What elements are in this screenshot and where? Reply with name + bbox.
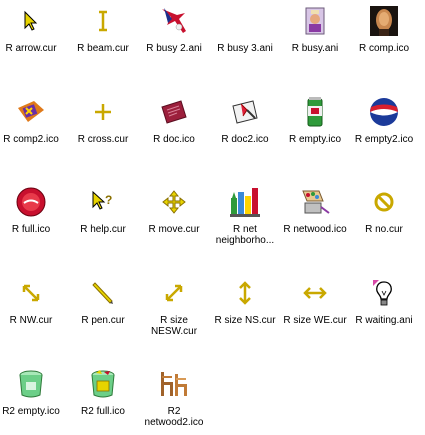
file-item[interactable]: R pen.cur [70, 276, 136, 326]
network-neighborhood-icon [228, 185, 262, 219]
file-item[interactable]: R busy 3.ani [212, 4, 278, 54]
busy-animated-icon [157, 4, 191, 38]
file-name: R netwood.ico [283, 224, 347, 235]
file-item[interactable]: R empty.ico [282, 95, 348, 145]
crosshair-cursor-icon [86, 95, 120, 129]
file-item[interactable]: R no.cur [351, 185, 417, 235]
file-name: R NW.cur [9, 315, 53, 326]
file-item[interactable]: R doc.ico [141, 95, 207, 145]
file-name: R empty.ico [288, 134, 342, 145]
file-name: R full.ico [11, 224, 51, 235]
text-beam-cursor-icon [86, 4, 120, 38]
busy-animated-icon [298, 4, 332, 38]
file-item[interactable]: R beam.cur [70, 4, 136, 54]
waiting-bulb-icon [367, 276, 401, 310]
file-item[interactable]: R full.ico [0, 185, 64, 235]
file-item[interactable]: R size NS.cur [212, 276, 278, 326]
computer-icon [367, 4, 401, 38]
full-bin-icon [86, 367, 120, 401]
file-item[interactable]: R net neighborho... [212, 185, 278, 246]
file-name: R help.cur [80, 224, 126, 235]
file-name: R busy.ani [291, 43, 339, 54]
full-can-icon [14, 185, 48, 219]
file-item[interactable]: R2 full.ico [70, 367, 136, 417]
file-name: R empty2.ico [354, 134, 414, 145]
file-name: R2 full.ico [81, 406, 125, 417]
move-cursor-icon [157, 185, 191, 219]
file-item[interactable]: R size WE.cur [282, 276, 348, 326]
resize-diagonal-cursor-icon [14, 276, 48, 310]
file-name: R arrow.cur [5, 43, 57, 54]
network-icon [157, 367, 191, 401]
file-name: R doc2.ico [221, 134, 269, 145]
svg-text:?: ? [105, 193, 112, 207]
file-item[interactable]: R comp.ico [351, 4, 417, 54]
file-item[interactable]: R netwood.ico [282, 185, 348, 235]
file-name: R comp.ico [358, 43, 409, 54]
file-item[interactable]: R2 netwood2.ico [141, 367, 207, 428]
busy-animated-icon [228, 4, 262, 38]
pen-cursor-icon [86, 276, 120, 310]
file-name: R busy 2.ani [146, 43, 202, 54]
file-name: R no.cur [365, 224, 403, 235]
help-cursor-icon: ? [86, 185, 120, 219]
file-name: R cross.cur [77, 134, 129, 145]
empty-can-icon [367, 95, 401, 129]
resize-vertical-cursor-icon [228, 276, 262, 310]
file-name: R size NS.cur [214, 315, 276, 326]
file-item[interactable]: R arrow.cur [0, 4, 64, 54]
file-item[interactable]: R size NESW.cur [141, 276, 207, 337]
file-name: R move.cur [148, 224, 200, 235]
no-cursor-icon [367, 185, 401, 219]
file-item[interactable]: R cross.cur [70, 95, 136, 145]
file-name: R beam.cur [77, 43, 129, 54]
file-item[interactable]: R move.cur [141, 185, 207, 235]
file-name: R pen.cur [81, 315, 125, 326]
file-name: R waiting.ani [355, 315, 413, 326]
document-icon [228, 95, 262, 129]
file-name: R doc.ico [153, 134, 195, 145]
arrow-cursor-icon [14, 4, 48, 38]
computer-icon [14, 95, 48, 129]
file-item[interactable]: R comp2.ico [0, 95, 64, 145]
file-item[interactable]: R busy.ani [282, 4, 348, 54]
file-item[interactable]: R busy 2.ani [141, 4, 207, 54]
file-item[interactable]: R doc2.ico [212, 95, 278, 145]
file-name: R comp2.ico [3, 134, 59, 145]
resize-horizontal-cursor-icon [298, 276, 332, 310]
file-item[interactable]: R empty2.ico [351, 95, 417, 145]
file-name: R size WE.cur [283, 315, 347, 326]
file-item[interactable]: R2 empty.ico [0, 367, 64, 417]
file-name: R2 netwood2.ico [144, 406, 204, 428]
network-icon [298, 185, 332, 219]
resize-diagonal-cursor-icon [157, 276, 191, 310]
empty-bin-icon [14, 367, 48, 401]
file-name: R size NESW.cur [150, 315, 198, 337]
file-item[interactable]: R NW.cur [0, 276, 64, 326]
file-item[interactable]: ? R help.cur [70, 185, 136, 235]
file-name: R net neighborho... [215, 224, 275, 246]
file-name: R2 empty.ico [2, 406, 60, 417]
document-icon [157, 95, 191, 129]
file-name: R busy 3.ani [217, 43, 273, 54]
empty-can-icon [298, 95, 332, 129]
file-item[interactable]: R waiting.ani [351, 276, 417, 326]
